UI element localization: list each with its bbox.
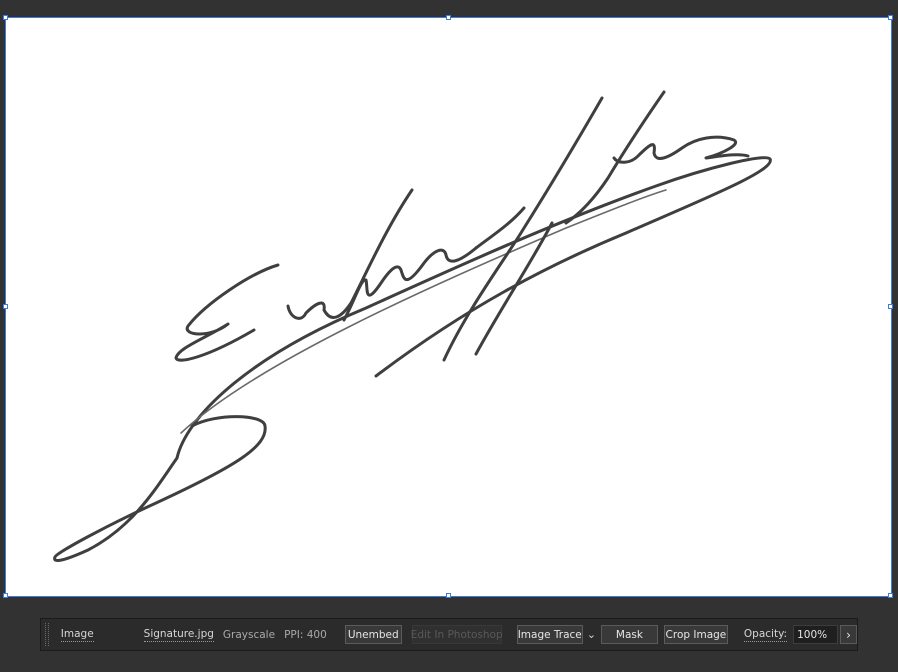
image-trace-dropdown-icon[interactable]: ⌄ <box>587 628 596 641</box>
selection-handle-bottom-right[interactable] <box>888 593 893 598</box>
selection-handle-top-center[interactable] <box>446 15 451 20</box>
ppi-label: PPI: 400 <box>284 628 327 641</box>
selection-handle-top-left[interactable] <box>3 15 8 20</box>
selection-handle-middle-left[interactable] <box>3 304 8 309</box>
crop-image-button[interactable]: Crop Image <box>663 625 728 644</box>
chevron-right-icon[interactable]: › <box>839 625 857 644</box>
control-bar: Image Signature.jpg Grayscale PPI: 400 U… <box>40 618 858 651</box>
placed-image-canvas[interactable] <box>3 15 893 598</box>
color-mode-label: Grayscale <box>222 628 276 641</box>
object-type-label[interactable]: Image <box>60 628 94 642</box>
opacity-label[interactable]: Opacity: <box>743 628 788 642</box>
mask-button[interactable]: Mask <box>600 625 658 644</box>
signature-image <box>53 90 772 562</box>
file-name-link[interactable]: Signature.jpg <box>143 628 214 642</box>
selection-handle-middle-right[interactable] <box>888 304 893 309</box>
selection-handle-bottom-center[interactable] <box>446 593 451 598</box>
panel-grip[interactable] <box>45 623 49 646</box>
unembed-button[interactable]: Unembed <box>344 625 402 644</box>
edit-in-photoshop-button[interactable]: Edit In Photoshop <box>411 625 503 644</box>
selection-handle-bottom-left[interactable] <box>3 593 8 598</box>
selection-handle-top-right[interactable] <box>888 15 893 20</box>
opacity-input[interactable]: 100% <box>793 625 838 644</box>
image-trace-button[interactable]: Image Trace <box>516 625 583 644</box>
